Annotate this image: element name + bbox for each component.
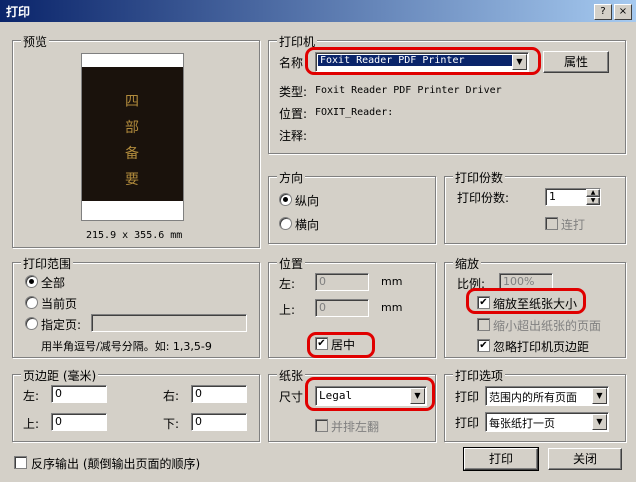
collate-label: 连打	[561, 218, 586, 232]
chevron-down-icon[interactable]: ▼	[592, 414, 607, 430]
ignore-margins-checkbox[interactable]: ✔	[477, 339, 490, 352]
pages-per-sheet-value: 每张纸打一页	[489, 417, 555, 430]
position-top-label: 上:	[279, 303, 296, 317]
position-top-input[interactable]: 0	[315, 299, 369, 317]
margin-right-input[interactable]: 0	[191, 385, 247, 403]
spin-up-icon[interactable]: ▲	[586, 189, 600, 197]
close-icon[interactable]: ×	[614, 4, 632, 20]
pages-per-sheet-select[interactable]: 每张纸打一页 ▼	[485, 412, 609, 432]
duplex-checkbox[interactable]	[315, 419, 328, 432]
printer-name-label: 名称	[279, 56, 304, 70]
print-range-group-label: 打印范围	[21, 255, 74, 272]
properties-button[interactable]: 属性	[543, 51, 609, 73]
print-scope-label: 打印	[455, 390, 480, 404]
copies-label: 打印份数:	[457, 191, 510, 205]
portrait-label: 纵向	[295, 194, 320, 208]
preview-glyph: 部	[125, 120, 139, 136]
duplex-label: 并排左翻	[331, 420, 380, 434]
help-button[interactable]: ?	[594, 4, 612, 20]
preview-group: 预览 四 部 备 要 215.9 x 355.6 mm	[12, 33, 260, 248]
highlight-ring	[307, 332, 375, 358]
preview-image: 四 部 备 要	[82, 67, 183, 201]
orientation-group-label: 方向	[277, 169, 306, 186]
margin-bottom-label: 下:	[163, 417, 180, 431]
preview-glyph: 要	[125, 172, 139, 188]
print-range-group: 打印范围 全部 当前页 指定页: 用半角逗号/减号分隔。如: 1,3,5-9	[12, 255, 260, 358]
printer-type-value: Foxit Reader PDF Printer Driver	[315, 85, 502, 96]
paper-size-label: 尺寸	[279, 390, 304, 404]
shrink-oversize-checkbox[interactable]	[477, 318, 490, 331]
margin-left-input[interactable]: 0	[51, 385, 107, 403]
portrait-radio[interactable]	[279, 193, 292, 206]
collate-checkbox[interactable]	[545, 217, 558, 230]
range-pages-input[interactable]	[91, 314, 247, 332]
copies-group-label: 打印份数	[453, 169, 506, 186]
position-left-label: 左:	[279, 277, 296, 291]
print-options-group-label: 打印选项	[453, 367, 506, 384]
printer-comment-label: 注释:	[279, 129, 308, 143]
print-options-group: 打印选项 打印 范围内的所有页面 ▼ 打印 每张纸打一页 ▼	[444, 367, 626, 442]
preview-glyph: 四	[125, 94, 139, 110]
range-all-label: 全部	[41, 276, 66, 290]
range-all-radio[interactable]	[25, 275, 38, 288]
highlight-ring	[466, 288, 586, 314]
printer-location-label: 位置:	[279, 107, 308, 121]
orientation-group: 方向 纵向 横向	[268, 169, 436, 244]
ignore-margins-label: 忽略打印机页边距	[493, 340, 590, 354]
preview-glyph: 备	[125, 146, 139, 162]
printer-location-value: FOXIT_Reader:	[315, 107, 394, 118]
reverse-output-label: 反序输出 (颠倒输出页面的顺序)	[31, 457, 201, 471]
range-hint: 用半角逗号/减号分隔。如: 1,3,5-9	[41, 340, 212, 353]
spin-down-icon[interactable]: ▼	[586, 197, 600, 205]
margin-bottom-input[interactable]: 0	[191, 413, 247, 431]
range-pages-radio[interactable]	[25, 317, 38, 330]
reverse-output-checkbox[interactable]	[14, 456, 27, 469]
margin-right-label: 右:	[163, 389, 180, 403]
range-current-radio[interactable]	[25, 296, 38, 309]
highlight-ring	[305, 47, 541, 75]
copies-group: 打印份数 打印份数: 1 ▲ ▼ 连打	[444, 169, 626, 244]
position-top-unit: mm	[381, 301, 403, 314]
chevron-down-icon[interactable]: ▼	[592, 388, 607, 404]
window-title: 打印	[6, 5, 31, 19]
highlight-ring	[305, 377, 435, 411]
range-current-label: 当前页	[41, 297, 78, 311]
pages-per-sheet-label: 打印	[455, 416, 480, 430]
preview-size: 215.9 x 355.6 mm	[86, 230, 183, 241]
landscape-radio[interactable]	[279, 217, 292, 230]
close-button[interactable]: 关闭	[548, 448, 622, 470]
position-left-input[interactable]: 0	[315, 273, 369, 291]
margins-group: 页边距 (毫米) 左: 0 右: 0 上: 0 下: 0	[12, 367, 260, 442]
print-button[interactable]: 打印	[463, 447, 539, 471]
printer-type-label: 类型:	[279, 85, 308, 99]
scaling-group-label: 缩放	[453, 255, 482, 272]
shrink-oversize-label: 缩小超出纸张的页面	[493, 319, 602, 333]
preview-group-label: 预览	[21, 33, 50, 50]
print-scope-select[interactable]: 范围内的所有页面 ▼	[485, 386, 609, 406]
position-group-label: 位置	[277, 255, 306, 272]
margin-left-label: 左:	[23, 389, 40, 403]
margin-top-label: 上:	[23, 417, 40, 431]
margins-group-label: 页边距 (毫米)	[21, 367, 99, 384]
position-left-unit: mm	[381, 275, 403, 288]
paper-group-label: 纸张	[277, 367, 306, 384]
range-pages-label: 指定页:	[41, 318, 82, 332]
title-bar: 打印 ? ×	[0, 0, 636, 22]
margin-top-input[interactable]: 0	[51, 413, 107, 431]
preview-page: 四 部 备 要	[81, 53, 184, 221]
print-scope-value: 范围内的所有页面	[489, 391, 577, 404]
copies-spinner[interactable]: ▲ ▼	[586, 189, 600, 205]
landscape-label: 横向	[295, 218, 320, 232]
